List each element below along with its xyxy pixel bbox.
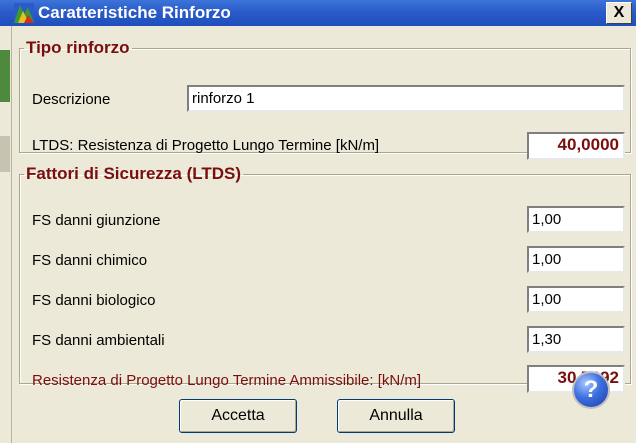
background-window-fragment [0,50,10,102]
title-bar[interactable]: Caratteristiche Rinforzo X [0,0,636,26]
fs-biologico-input[interactable] [527,286,625,313]
fs-giunzione-input[interactable] [527,206,625,233]
fs-chimico-label: FS danni chimico [32,252,148,269]
background-window-edge [0,26,12,443]
descrizione-label: Descrizione [32,91,111,108]
fattori-sicurezza-legend: Fattori di Sicurezza (LTDS) [26,164,242,183]
ltds-label: LTDS: Resistenza di Progetto Lungo Termi… [32,137,380,154]
window-title: Caratteristiche Rinforzo [38,3,231,22]
tipo-rinforzo-group: Tipo rinforzo Descrizione LTDS: Resisten… [19,38,631,160]
descrizione-input[interactable] [187,85,625,112]
dialog-content: Tipo rinforzo Descrizione LTDS: Resisten… [12,26,636,443]
fs-biologico-label: FS danni biologico [32,292,156,309]
annulla-button[interactable]: Annulla [337,399,455,433]
ltds-value-field[interactable]: 40,0000 [527,132,625,160]
fs-ambientali-label: FS danni ambientali [32,332,165,349]
help-icon[interactable]: ? [572,371,610,409]
close-button[interactable]: X [606,2,632,24]
fs-chimico-input[interactable] [527,246,625,273]
ammissibile-label: Resistenza di Progetto Lungo Termine Amm… [32,372,422,389]
dialog-window: Caratteristiche Rinforzo X Tipo rinforzo… [0,0,636,443]
accetta-button[interactable]: Accetta [179,399,297,433]
app-icon [14,3,34,23]
tipo-rinforzo-legend: Tipo rinforzo [26,38,130,57]
background-window-fragment [0,136,10,172]
fs-ambientali-input[interactable] [527,326,625,353]
fs-giunzione-label: FS danni giunzione [32,212,161,229]
fattori-sicurezza-group: Fattori di Sicurezza (LTDS) FS danni giu… [19,164,631,393]
